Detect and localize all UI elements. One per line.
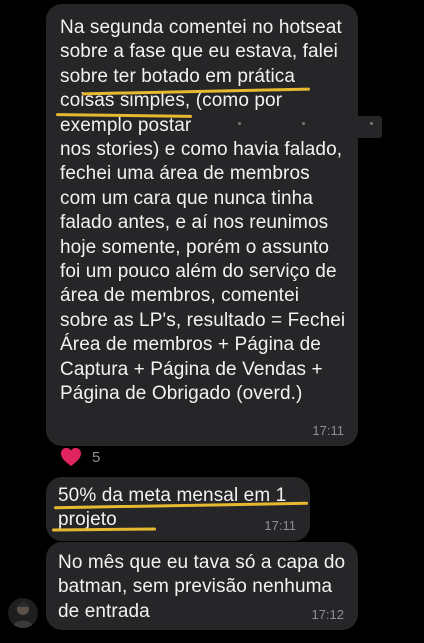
avatar[interactable]	[8, 598, 38, 628]
message-bubble[interactable]: 50% da meta mensal em 1 projeto 17:11	[46, 477, 310, 541]
message-reaction[interactable]: 5	[60, 444, 100, 470]
heart-icon	[61, 447, 81, 467]
message-timestamp: 17:11	[264, 518, 296, 533]
message-timestamp: 17:12	[311, 607, 344, 622]
reaction-count: 5	[92, 448, 101, 466]
redacted-text	[232, 116, 382, 138]
message-timestamp: 17:11	[312, 423, 344, 438]
message-text: Na segunda comentei no hotseat sobre a f…	[60, 17, 346, 405]
avatar-person-icon	[12, 601, 34, 628]
message-text: No mês que eu tava só a capa do batman, …	[58, 552, 346, 622]
message-bubble[interactable]: No mês que eu tava só a capa do batman, …	[46, 542, 358, 630]
message-bubble[interactable]: Na segunda comentei no hotseat sobre a f…	[46, 4, 382, 446]
